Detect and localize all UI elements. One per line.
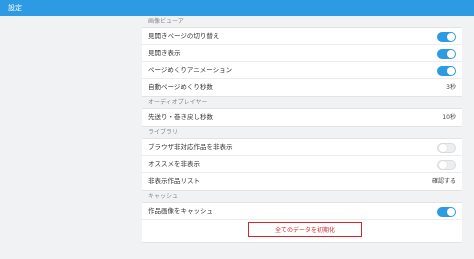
header-bar: 設定 xyxy=(0,0,474,16)
section-title-image-viewer: 画像ビューア xyxy=(148,18,184,25)
setting-row-hide-unsupported[interactable]: ブラウザ非対応作品を非表示 xyxy=(142,139,462,156)
section-title-cache: キャッシュ xyxy=(148,193,179,200)
setting-label: 作品画像をキャッシュ xyxy=(148,207,213,215)
hidden-list-link[interactable]: 確認する xyxy=(432,173,456,190)
hide-unsupported-toggle[interactable] xyxy=(437,143,456,153)
settings-panel: 画像ビューア 見開きページの切り替え 見開き表示 ページめくりアニメーション 自… xyxy=(142,16,462,259)
setting-row-auto-page-seconds[interactable]: 自動ページめくり秒数 3秒 xyxy=(142,79,462,96)
hide-recommended-toggle[interactable] xyxy=(437,160,456,170)
setting-label: オススメを非表示 xyxy=(148,160,200,168)
cache-images-toggle[interactable] xyxy=(437,207,456,217)
auto-page-seconds-value[interactable]: 3秒 xyxy=(446,79,456,96)
spread-view-toggle[interactable] xyxy=(437,49,456,59)
setting-row-spread-switch[interactable]: 見開きページの切り替え xyxy=(142,28,462,45)
library-card: ブラウザ非対応作品を非表示 オススメを非表示 非表示作品リスト 確認する xyxy=(142,138,462,191)
section-title-library: ライブラリ xyxy=(148,129,179,136)
setting-row-skip-seconds[interactable]: 先送り・巻き戻し秒数 10秒 xyxy=(142,109,462,126)
cache-card: 作品画像をキャッシュ 全てのデータを初期化 xyxy=(142,202,462,243)
setting-row-page-animation[interactable]: ページめくりアニメーション xyxy=(142,62,462,79)
setting-label: ページめくりアニメーション xyxy=(148,66,233,74)
setting-label: 先送り・巻き戻し秒数 xyxy=(148,113,213,121)
reset-container: 全てのデータを初期化 xyxy=(142,220,462,242)
page-title: 設定 xyxy=(8,4,22,12)
setting-label: 非表示作品リスト xyxy=(148,177,200,185)
spread-switch-toggle[interactable] xyxy=(437,32,456,42)
setting-label: 見開きページの切り替え xyxy=(148,32,220,40)
section-title-audio-player: オーディオプレイヤー xyxy=(148,99,208,106)
page-animation-toggle[interactable] xyxy=(437,66,456,76)
skip-seconds-value[interactable]: 10秒 xyxy=(442,109,456,126)
setting-row-spread-view[interactable]: 見開き表示 xyxy=(142,45,462,62)
audio-player-card: 先送り・巻き戻し秒数 10秒 xyxy=(142,108,462,127)
setting-label: 自動ページめくり秒数 xyxy=(148,83,213,91)
image-viewer-card: 見開きページの切り替え 見開き表示 ページめくりアニメーション 自動ページめくり… xyxy=(142,27,462,97)
setting-row-hidden-list[interactable]: 非表示作品リスト 確認する xyxy=(142,173,462,190)
setting-row-hide-recommended[interactable]: オススメを非表示 xyxy=(142,156,462,173)
setting-label: ブラウザ非対応作品を非表示 xyxy=(148,143,233,151)
setting-row-cache-images[interactable]: 作品画像をキャッシュ xyxy=(142,203,462,220)
setting-label: 見開き表示 xyxy=(148,49,181,57)
reset-all-data-button[interactable]: 全てのデータを初期化 xyxy=(248,222,362,237)
